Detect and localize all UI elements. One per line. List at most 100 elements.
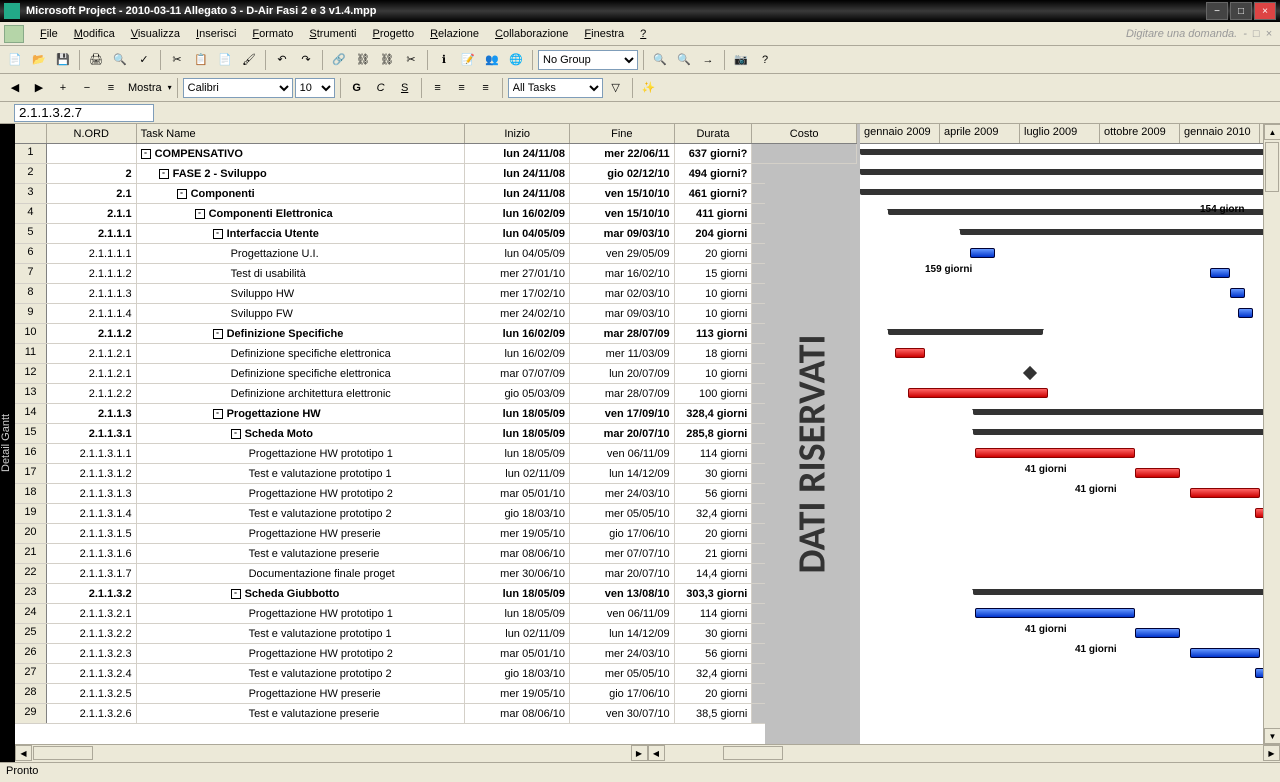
cell-fine[interactable]: ven 29/05/09 <box>570 244 675 263</box>
table-row[interactable]: 262.1.1.3.2.3Progettazione HW prototipo … <box>15 644 857 664</box>
hyperlink-button[interactable]: 🔗 <box>328 49 350 71</box>
cell-taskname[interactable]: -Interfaccia Utente <box>137 224 466 243</box>
menu-strumenti[interactable]: Strumenti <box>301 25 364 43</box>
cell-taskname[interactable]: Test di usabilità <box>137 264 466 283</box>
copy-button[interactable]: 📋 <box>190 49 212 71</box>
table-row[interactable]: 232.1.1.3.2-Scheda Giubbottolun 18/05/09… <box>15 584 857 604</box>
table-row[interactable]: 272.1.1.3.2.4Test e valutazione prototip… <box>15 664 857 684</box>
row-number[interactable]: 5 <box>15 224 47 243</box>
hide-assignments-button[interactable]: ≡ <box>100 77 122 99</box>
cell-nord[interactable]: 2.1.1.2.1 <box>47 364 137 383</box>
cell-taskname[interactable]: Documentazione finale proget <box>137 564 466 583</box>
gantt-bar[interactable] <box>1230 288 1245 298</box>
cell-taskname[interactable]: Progettazione HW prototipo 1 <box>137 444 466 463</box>
gantt-bar[interactable] <box>888 329 1043 335</box>
cell-inizio[interactable]: mer 24/02/10 <box>465 304 570 323</box>
cell-taskname[interactable]: Test e valutazione preserie <box>137 544 466 563</box>
row-number[interactable]: 8 <box>15 284 47 303</box>
outline-toggle-icon[interactable]: - <box>213 329 223 339</box>
cell-taskname[interactable]: -COMPENSATIVO <box>137 144 466 163</box>
gantt-bar[interactable] <box>1210 268 1230 278</box>
cell-fine[interactable]: mer 05/05/10 <box>570 664 675 683</box>
gantt-bar[interactable] <box>973 429 1265 435</box>
cell-inizio[interactable]: mar 08/06/10 <box>465 544 570 563</box>
mdi-restore-icon[interactable]: □ <box>1253 28 1260 40</box>
goto-task-button[interactable]: → <box>697 49 719 71</box>
mdi-minimize-icon[interactable]: - <box>1243 28 1247 40</box>
redo-button[interactable]: ↷ <box>295 49 317 71</box>
cell-nord[interactable]: 2.1.1.3.2.4 <box>47 664 137 683</box>
cell-fine[interactable]: gio 17/06/10 <box>570 684 675 703</box>
col-taskname[interactable]: Task Name <box>137 124 466 143</box>
show-subtasks-button[interactable]: + <box>52 77 74 99</box>
gantt-bar[interactable] <box>960 229 1265 235</box>
cell-inizio[interactable]: lun 16/02/09 <box>465 344 570 363</box>
table-row[interactable]: 52.1.1.1-Interfaccia Utentelun 04/05/09m… <box>15 224 857 244</box>
cell-fine[interactable]: ven 15/10/10 <box>570 204 675 223</box>
cell-inizio[interactable]: lun 02/11/09 <box>465 464 570 483</box>
menu-collaborazione[interactable]: Collaborazione <box>487 25 576 43</box>
row-number[interactable]: 4 <box>15 204 47 223</box>
view-label[interactable]: Detail Gantt <box>0 124 15 762</box>
table-row[interactable]: 72.1.1.1.2Test di usabilitàmer 27/01/10m… <box>15 264 857 284</box>
gantt-bar[interactable] <box>895 348 925 358</box>
menu-relazione[interactable]: Relazione <box>422 25 487 43</box>
help-search-prompt[interactable]: Digitare una domanda. <box>1126 28 1237 40</box>
col-costo[interactable]: Costo <box>752 124 857 143</box>
gantt-bar[interactable] <box>970 248 995 258</box>
bold-button[interactable]: G <box>346 77 368 99</box>
cell-inizio[interactable]: lun 04/05/09 <box>465 224 570 243</box>
cell-durata[interactable]: 30 giorni <box>675 624 753 643</box>
cell-taskname[interactable]: Test e valutazione prototipo 1 <box>137 624 466 643</box>
menu-file[interactable]: File <box>32 25 66 43</box>
cell-fine[interactable]: ven 17/09/10 <box>570 404 675 423</box>
table-row[interactable]: 162.1.1.3.1.1Progettazione HW prototipo … <box>15 444 857 464</box>
cell-inizio[interactable]: gio 05/03/09 <box>465 384 570 403</box>
cell-fine[interactable]: mar 20/07/10 <box>570 564 675 583</box>
cell-inizio[interactable]: mer 19/05/10 <box>465 684 570 703</box>
cell-inizio[interactable]: lun 02/11/09 <box>465 624 570 643</box>
row-number[interactable]: 9 <box>15 304 47 323</box>
cell-durata[interactable]: 100 giorni <box>675 384 753 403</box>
cell-inizio[interactable]: lun 18/05/09 <box>465 604 570 623</box>
cell-inizio[interactable]: lun 18/05/09 <box>465 404 570 423</box>
cell-nord[interactable]: 2.1.1.3.2 <box>47 584 137 603</box>
cell-nord[interactable]: 2.1.1.3.1.1 <box>47 444 137 463</box>
cell-taskname[interactable]: Test e valutazione prototipo 1 <box>137 464 466 483</box>
gantt-bar[interactable] <box>975 608 1135 618</box>
cell-fine[interactable]: mer 07/07/10 <box>570 544 675 563</box>
unlink-tasks-button[interactable]: ⛓ <box>376 49 398 71</box>
cell-nord[interactable]: 2.1.1.1.3 <box>47 284 137 303</box>
row-number[interactable]: 17 <box>15 464 47 483</box>
row-number[interactable]: 14 <box>15 404 47 423</box>
cell-taskname[interactable]: Progettazione U.I. <box>137 244 466 263</box>
cell-nord[interactable]: 2.1.1.3 <box>47 404 137 423</box>
italic-button[interactable]: C <box>370 77 392 99</box>
cell-inizio[interactable]: mar 05/01/10 <box>465 644 570 663</box>
row-number[interactable]: 24 <box>15 604 47 623</box>
cell-durata[interactable]: 10 giorni <box>675 304 753 323</box>
menu-visualizza[interactable]: Visualizza <box>123 25 188 43</box>
cell-inizio[interactable]: mer 17/02/10 <box>465 284 570 303</box>
cell-nord[interactable]: 2 <box>47 164 137 183</box>
vertical-scrollbar[interactable]: ▲ ▼ <box>1263 124 1280 744</box>
table-row[interactable]: 212.1.1.3.1.6Test e valutazione preserie… <box>15 544 857 564</box>
close-button[interactable]: × <box>1254 2 1276 20</box>
font-select[interactable]: Calibri <box>183 78 293 98</box>
cell-inizio[interactable]: mar 07/07/09 <box>465 364 570 383</box>
table-row[interactable]: 42.1.1-Componenti Elettronicalun 16/02/0… <box>15 204 857 224</box>
row-number[interactable]: 21 <box>15 544 47 563</box>
gantt-milestone[interactable] <box>1023 366 1037 380</box>
cell-durata[interactable]: 411 giorni <box>675 204 753 223</box>
cell-taskname[interactable]: Progettazione HW prototipo 2 <box>137 484 466 503</box>
table-row[interactable]: 32.1-Componentilun 24/11/08ven 15/10/104… <box>15 184 857 204</box>
autofilter-button[interactable]: ▽ <box>605 77 627 99</box>
cell-fine[interactable]: lun 20/07/09 <box>570 364 675 383</box>
cell-fine[interactable]: mer 05/05/10 <box>570 504 675 523</box>
table-row[interactable]: 292.1.1.3.2.6Test e valutazione preserie… <box>15 704 857 724</box>
cell-inizio[interactable]: mer 30/06/10 <box>465 564 570 583</box>
cell-taskname[interactable]: Sviluppo HW <box>137 284 466 303</box>
cell-fine[interactable]: mer 11/03/09 <box>570 344 675 363</box>
row-number[interactable]: 22 <box>15 564 47 583</box>
menu-inserisci[interactable]: Inserisci <box>188 25 244 43</box>
